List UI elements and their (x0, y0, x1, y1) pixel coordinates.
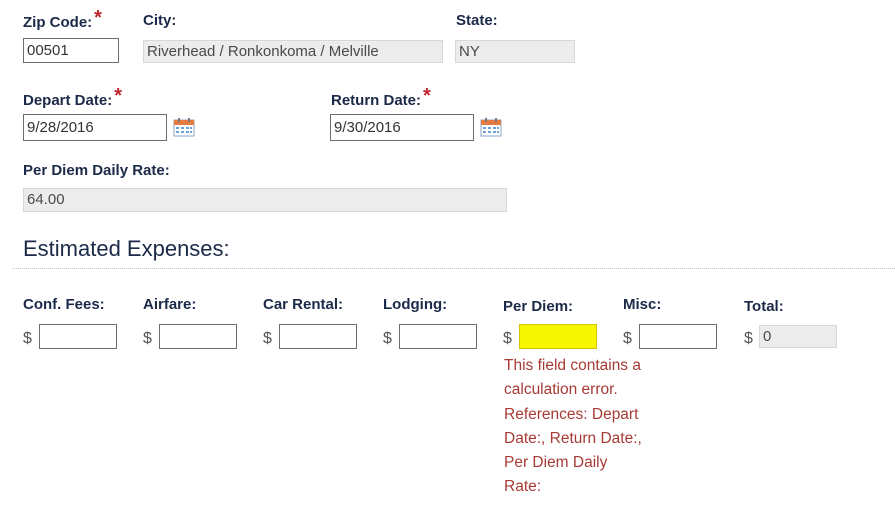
airfare-label: Airfare: (143, 296, 197, 313)
zip-code-input[interactable] (23, 38, 119, 63)
required-marker: * (114, 85, 122, 107)
misc-label: Misc: (623, 296, 662, 313)
currency-symbol: $ (383, 330, 392, 347)
misc-input[interactable] (639, 324, 717, 349)
required-marker: * (423, 85, 431, 107)
currency-symbol: $ (623, 330, 632, 347)
lodging-input[interactable] (399, 324, 477, 349)
calendar-icon[interactable] (480, 117, 502, 137)
estimated-expenses-heading: Estimated Expenses: (23, 236, 230, 261)
currency-symbol: $ (23, 330, 32, 347)
currency-symbol: $ (503, 330, 512, 347)
per-diem-rate-field: 64.00 (23, 188, 507, 212)
per-diem-label: Per Diem: (503, 298, 574, 315)
city-label: City: (143, 12, 177, 29)
lodging-label: Lodging: (383, 296, 448, 313)
return-date-input[interactable] (330, 114, 474, 141)
section-divider (12, 268, 895, 269)
conf-fees-label: Conf. Fees: (23, 296, 105, 313)
calendar-icon[interactable] (173, 117, 195, 137)
conf-fees-input[interactable] (39, 324, 117, 349)
currency-symbol: $ (143, 330, 152, 347)
car-rental-input[interactable] (279, 324, 357, 349)
error-line: calculation error. (504, 381, 618, 399)
error-line: Date:, Return Date:, (504, 429, 642, 447)
error-line: This field contains a (504, 357, 641, 374)
airfare-input[interactable] (159, 324, 237, 349)
per-diem-rate-label: Per Diem Daily Rate: (23, 162, 170, 179)
error-line: Per Diem Daily (504, 454, 608, 472)
city-field: Riverhead / Ronkonkoma / Melville (143, 40, 443, 63)
depart-date-input[interactable] (23, 114, 167, 141)
car-rental-label: Car Rental: (263, 296, 344, 313)
per-diem-error-message: This field contains a calculation error.… (504, 354, 674, 500)
currency-symbol: $ (744, 330, 753, 347)
error-line: References: Depart (504, 405, 639, 423)
total-field: 0 (759, 325, 837, 348)
required-marker: * (94, 7, 102, 29)
zip-code-label: Zip Code: * (23, 7, 102, 31)
state-label: State: (456, 12, 498, 29)
per-diem-input[interactable] (519, 324, 597, 349)
error-line: Rate: (504, 478, 542, 496)
return-date-label: Return Date: * (331, 85, 431, 109)
currency-symbol: $ (263, 330, 272, 347)
total-label: Total: (744, 298, 784, 315)
depart-date-label: Depart Date: * (23, 85, 122, 109)
state-field: NY (455, 40, 575, 63)
